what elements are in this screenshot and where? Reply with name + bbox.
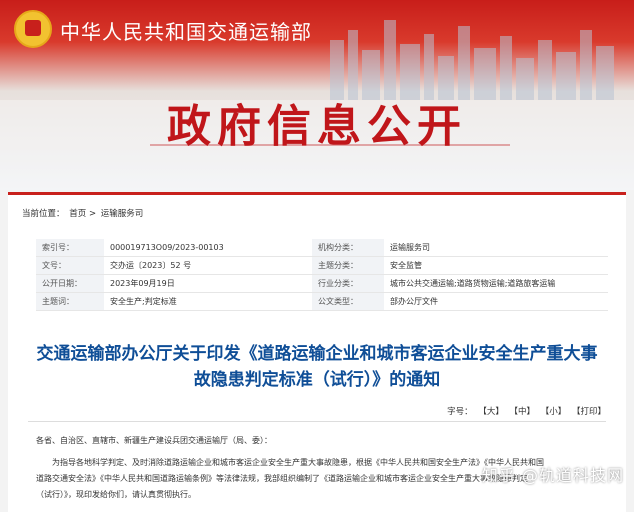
document-type-value: 部办公厅文件 <box>384 292 608 311</box>
agency-category-label: 机构分类： <box>312 239 384 257</box>
font-size-toolbar: 字号： 【大】 【中】 【小】 【打印】 <box>444 405 606 417</box>
font-size-medium-button[interactable]: 【中】 <box>510 407 536 417</box>
breadcrumb-home-link[interactable]: 首页 <box>69 209 86 219</box>
keywords-label: 主题词： <box>36 292 104 311</box>
font-size-label: 字号： <box>447 407 473 417</box>
ministry-name[interactable]: 中华人民共和国交通运输部 <box>60 16 312 45</box>
publish-date-value: 2023年09月19日 <box>104 274 312 293</box>
document-number-label: 文号： <box>36 256 104 275</box>
document-metadata-table: 索引号： 000019713O09/2023-00103 机构分类： 运输服务司… <box>36 239 608 311</box>
topic-category-label: 主题分类： <box>312 256 384 275</box>
breadcrumb-prefix: 当前位置： <box>22 209 65 219</box>
article-title-line-1: 交通运输部办公厅关于印发《道路运输企业和城市客运企业安全生产重大事 <box>36 344 598 364</box>
document-type-label: 公文类型： <box>312 292 384 311</box>
font-size-large-button[interactable]: 【大】 <box>478 407 504 417</box>
index-number-value: 000019713O09/2023-00103 <box>104 239 312 257</box>
industry-category-label: 行业分类： <box>312 274 384 293</box>
article-title: 交通运输部办公厅关于印发《道路运输企业和城市客运企业安全生产重大事 故隐患判定标… <box>28 341 606 393</box>
industry-category-value: 城市公共交通运输;道路货物运输;道路旅客运输 <box>384 274 608 293</box>
header-banner: 中华人民共和国交通运输部 政府信息公开 <box>0 0 634 190</box>
paragraph-line: （试行）》，现印发给你们，请认真贯彻执行。 <box>36 490 196 499</box>
document-number-value: 交办运〔2023〕52 号 <box>104 256 312 275</box>
breadcrumb-separator: > <box>88 209 97 219</box>
divider <box>28 421 606 422</box>
table-row: 主题词： 安全生产;判定标准 公文类型： 部办公厅文件 <box>36 292 608 311</box>
breadcrumb: 当前位置： 首页 > 运输服务司 <box>22 207 143 219</box>
table-row: 索引号： 000019713O09/2023-00103 机构分类： 运输服务司 <box>36 239 608 257</box>
topic-category-value: 安全监管 <box>384 256 608 275</box>
watermark-text: 知乎 @轨道科技网 <box>481 466 624 485</box>
salutation: 各省、自治区、直辖市、新疆生产建设兵团交通运输厅（局、委）： <box>36 436 272 445</box>
agency-category-value: 运输服务司 <box>384 239 608 257</box>
national-emblem-icon <box>14 10 52 48</box>
publish-date-label: 公开日期： <box>36 274 104 293</box>
print-button[interactable]: 【打印】 <box>572 407 606 417</box>
breadcrumb-section-link[interactable]: 运输服务司 <box>101 209 144 219</box>
keywords-value: 安全生产;判定标准 <box>104 292 312 311</box>
table-row: 公开日期： 2023年09月19日 行业分类： 城市公共交通运输;道路货物运输;… <box>36 274 608 293</box>
banner-underline <box>150 144 510 146</box>
index-number-label: 索引号： <box>36 239 104 257</box>
font-size-small-button[interactable]: 【小】 <box>541 407 567 417</box>
article-title-line-2: 故隐患判定标准（试行）》的通知 <box>193 370 441 390</box>
table-row: 文号： 交办运〔2023〕52 号 主题分类： 安全监管 <box>36 256 608 275</box>
